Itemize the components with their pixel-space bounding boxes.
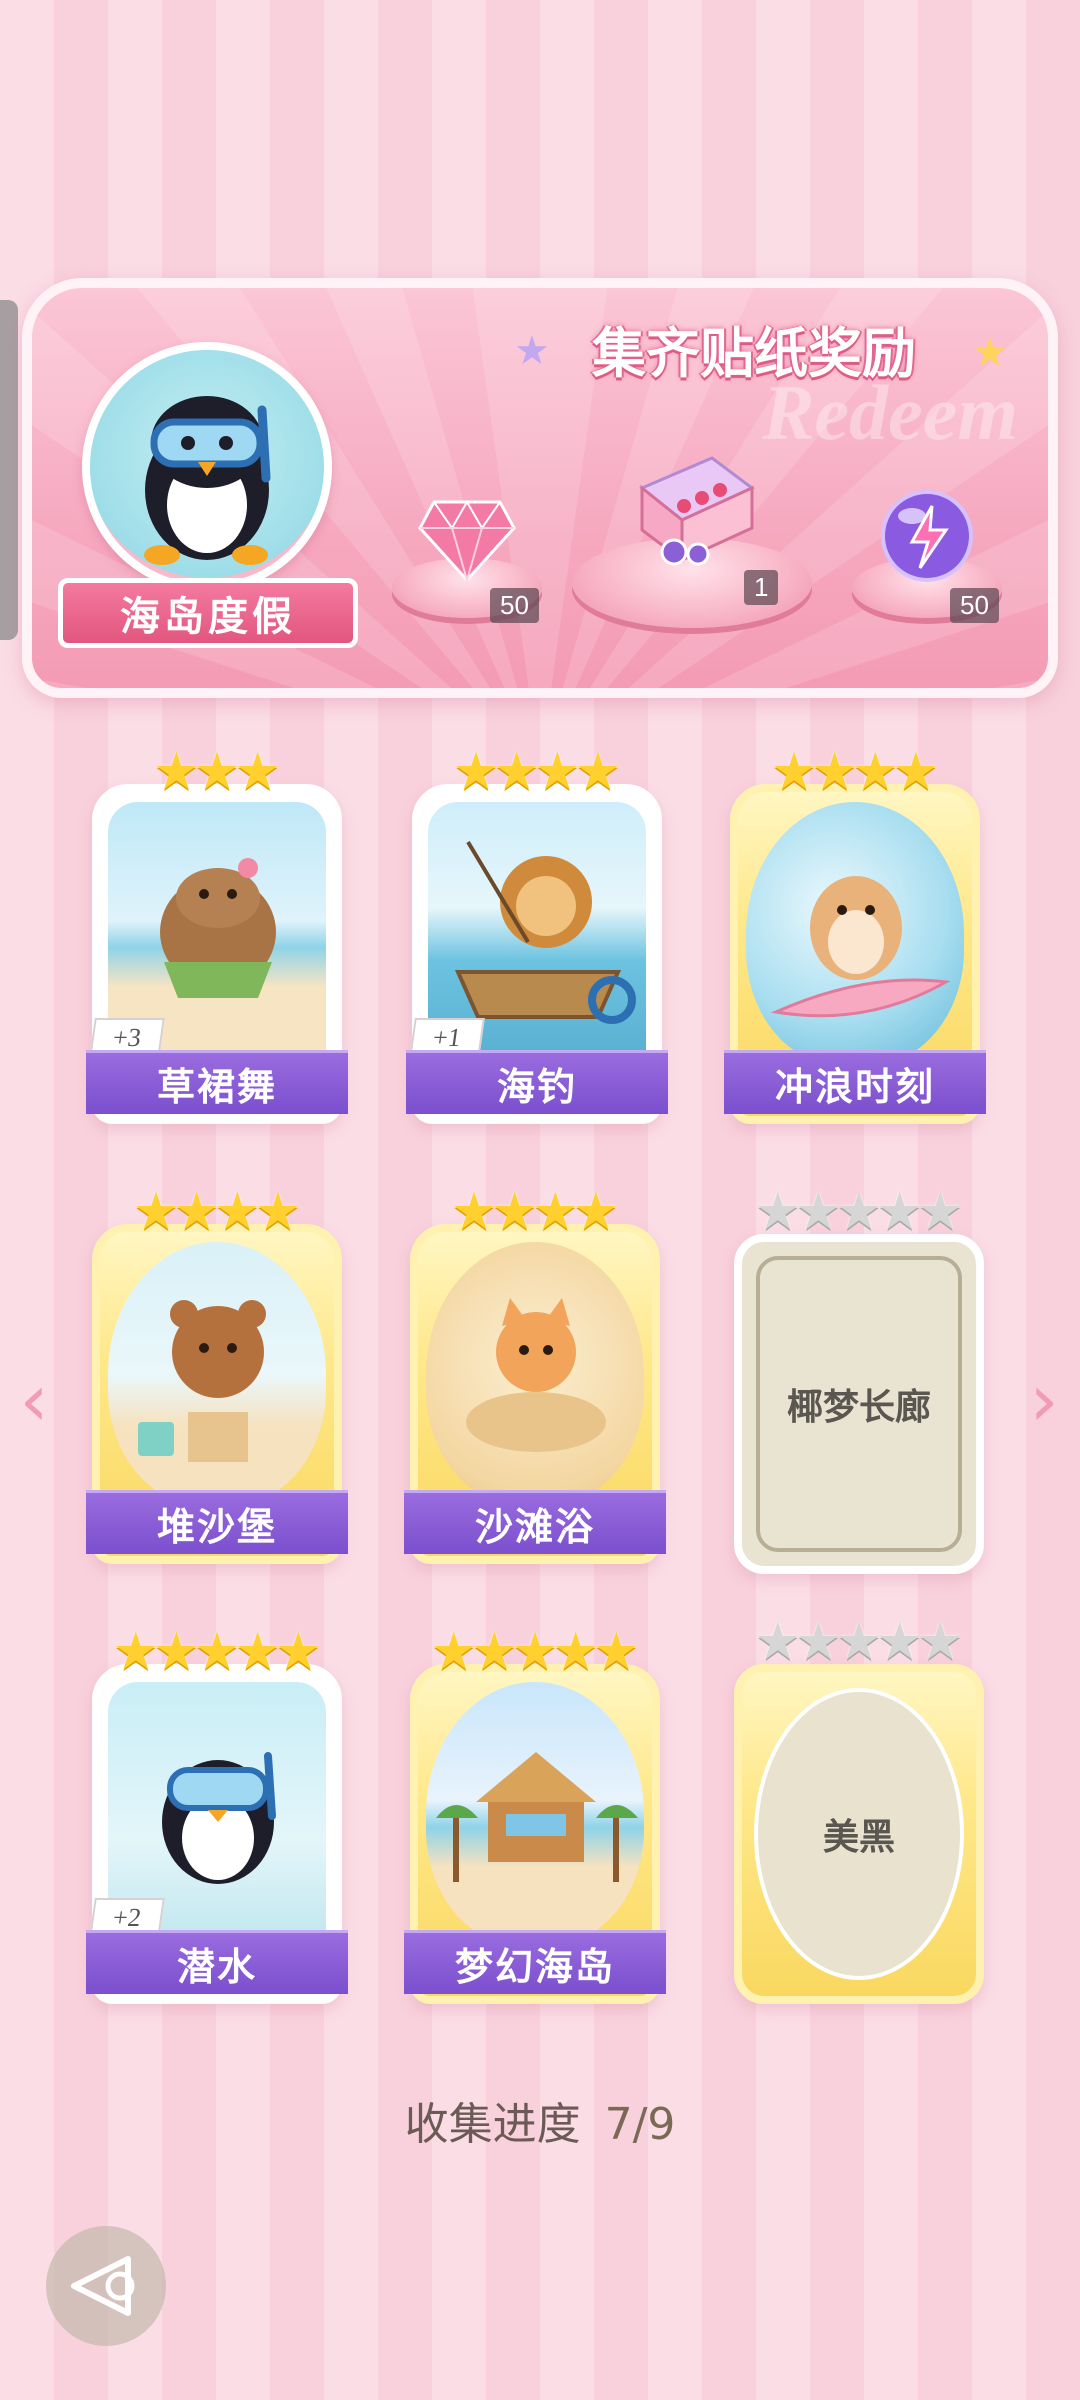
star-rating: ★ ★ ★ ★ [770, 742, 940, 802]
side-handle[interactable] [0, 300, 18, 640]
sticker-card[interactable]: ★ ★ ★ ★ ★ +2 潜水 [86, 1626, 348, 2004]
pink-diamond-icon[interactable] [412, 488, 522, 588]
sticker-card[interactable]: ★ ★ ★ ★ ★ 梦幻海岛 [404, 1626, 666, 2004]
back-arrow-icon [71, 2256, 135, 2316]
star-rating: ★ ★ ★ ★ ★ [112, 1622, 322, 1682]
sticker-label: 沙滩浴 [404, 1490, 666, 1554]
star-rating: ★ ★ ★ ★ ★ [754, 1612, 964, 1672]
gift-box-icon[interactable] [622, 448, 762, 568]
hamster-surfing-art [746, 802, 964, 1066]
sticker-card[interactable]: ★ ★ ★ ★ +1 海钓 [406, 746, 668, 1124]
prev-page-chevron-icon[interactable]: ‹ [10, 1358, 58, 1442]
sticker-label: 椰梦长廊 [786, 1386, 931, 1428]
progress-label: 收集进度 [404, 2099, 581, 2150]
sticker-label: 冲浪时刻 [724, 1050, 986, 1114]
sticker-label: 潜水 [86, 1930, 348, 1994]
sticker-label: 梦幻海岛 [404, 1930, 666, 1994]
locked-sticker-card[interactable]: ★ ★ ★ ★ ★ 椰梦长廊 [734, 1186, 984, 1574]
star-rating: ★ ★ ★ ★ [132, 1182, 302, 1242]
star-decoration-icon: ★ [514, 328, 550, 374]
collection-progress: 收集进度 7/9 [0, 2088, 1080, 2152]
reward-banner: Redeem ★ 集齐贴纸奖励 ★ 海岛度假 50 1 50 [22, 278, 1058, 698]
sticker-label: 堆沙堡 [86, 1490, 348, 1554]
penguin-snorkel-icon [144, 396, 271, 565]
bear-sandcastle-art [108, 1242, 326, 1506]
star-rating: ★ ★ ★ ★ ★ [430, 1622, 640, 1682]
cat-sandbath-art [426, 1242, 644, 1506]
theme-badge [82, 342, 332, 592]
sticker-label: 草裙舞 [86, 1050, 348, 1114]
beach-hut-art [426, 1682, 644, 1946]
banner-title: 集齐贴纸奖励 [592, 320, 916, 385]
sticker-label: 海钓 [406, 1050, 668, 1114]
lightning-orb-icon[interactable] [872, 486, 982, 586]
reward-count: 50 [490, 588, 539, 623]
sticker-card[interactable]: ★ ★ ★ ★ 沙滩浴 [404, 1186, 666, 1564]
locked-sticker-card[interactable]: ★ ★ ★ ★ ★ 美黑 [734, 1616, 984, 2004]
star-rating: ★ ★ ★ [153, 742, 281, 802]
sticker-label: 美黑 [822, 1816, 895, 1858]
next-page-chevron-icon[interactable]: › [1020, 1358, 1068, 1442]
star-decoration-icon: ★ [972, 330, 1008, 376]
sticker-card[interactable]: ★ ★ ★ +3 草裙舞 [86, 746, 348, 1124]
sticker-card[interactable]: ★ ★ ★ ★ 冲浪时刻 [724, 746, 986, 1124]
star-rating: ★ ★ ★ ★ [452, 742, 622, 802]
progress-value: 7/9 [604, 2099, 676, 2150]
star-rating: ★ ★ ★ ★ [450, 1182, 620, 1242]
back-button[interactable] [46, 2226, 166, 2346]
sticker-card[interactable]: ★ ★ ★ ★ 堆沙堡 [86, 1186, 348, 1564]
reward-count: 50 [950, 588, 999, 623]
theme-label: 海岛度假 [58, 578, 358, 648]
reward-count: 1 [744, 570, 779, 605]
star-rating: ★ ★ ★ ★ ★ [754, 1182, 964, 1242]
